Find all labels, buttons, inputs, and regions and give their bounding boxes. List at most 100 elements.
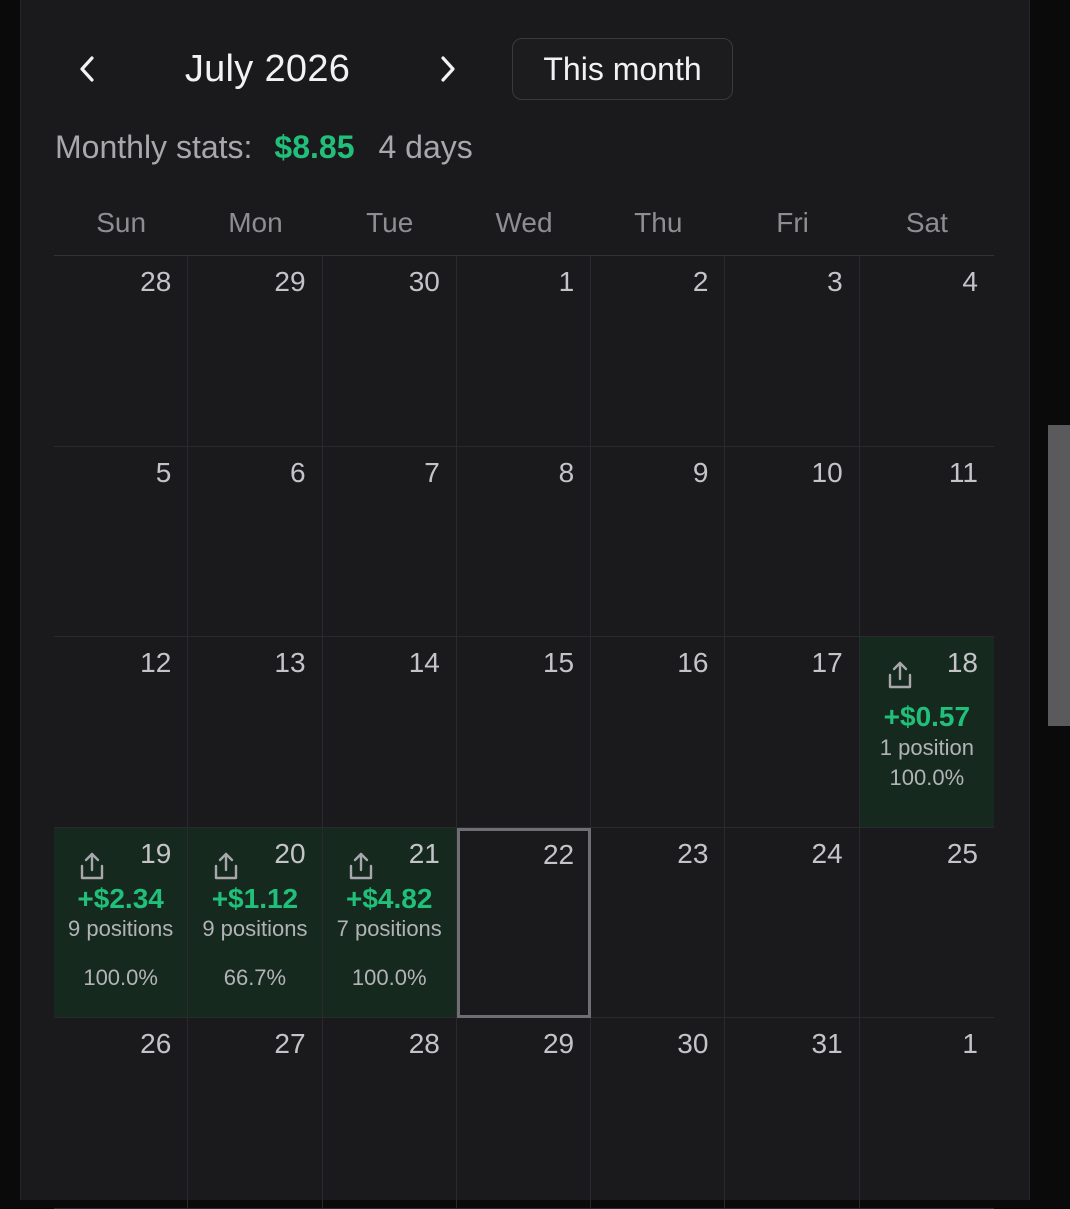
- day-number: 1: [962, 1028, 978, 1060]
- calendar-day-cell[interactable]: 31: [725, 1018, 860, 1209]
- day-win-rate: 100.0%: [351, 964, 427, 990]
- day-number: 13: [274, 647, 306, 679]
- share-icon[interactable]: [212, 851, 240, 881]
- calendar-day-cell[interactable]: 14: [322, 637, 457, 828]
- day-number: 28: [408, 1028, 440, 1060]
- day-number: 6: [289, 456, 306, 488]
- day-number: 9: [692, 456, 709, 488]
- scrollbar[interactable]: [1048, 425, 1070, 726]
- day-positions: 1 position: [879, 735, 974, 761]
- calendar-day-cell[interactable]: 20 +$1.12 9 positions 66.7%: [188, 827, 323, 1019]
- calendar-day-cell[interactable]: 13: [188, 637, 323, 828]
- day-positions: 9 positions: [202, 915, 308, 941]
- calendar-day-cell[interactable]: 17: [725, 637, 860, 828]
- day-number: 2: [692, 266, 709, 297]
- day-number: 26: [140, 1028, 172, 1060]
- day-positions: 7 positions: [336, 915, 442, 941]
- chevron-left-icon: [80, 56, 94, 82]
- calendar-day-cell[interactable]: 3: [725, 256, 860, 447]
- day-number: 30: [677, 1028, 709, 1060]
- calendar-day-cell[interactable]: 30: [322, 256, 457, 447]
- weekday-wed: Wed: [495, 207, 553, 238]
- calendar-day-cell[interactable]: 18 +$0.57 1 position 100.0%: [859, 637, 994, 828]
- calendar-day-cell[interactable]: 21 +$4.82 7 positions 100.0%: [322, 827, 457, 1019]
- calendar-day-cell[interactable]: 30: [591, 1018, 726, 1209]
- prev-month-button[interactable]: [65, 46, 111, 92]
- calendar-day-cell[interactable]: 12: [54, 637, 189, 828]
- calendar-grid: 28 29 30 1 2 3 4 5 6 7 8 9 10 11 12 13 14 15 16 17 18 +$0.57 1…: [54, 255, 994, 1209]
- day-number: 4: [962, 266, 978, 297]
- calendar-day-cell[interactable]: 8: [456, 446, 592, 638]
- weekday-thu: Thu: [634, 207, 683, 238]
- calendar-day-cell[interactable]: 27: [188, 1018, 323, 1209]
- day-number: 11: [948, 456, 978, 488]
- day-number: 30: [408, 266, 440, 297]
- monthly-stats-label: Monthly stats:: [55, 128, 253, 165]
- day-number: 15: [542, 647, 575, 679]
- day-number: 19: [140, 837, 172, 869]
- calendar-day-cell[interactable]: 15: [456, 637, 592, 828]
- day-number: 27: [274, 1028, 306, 1060]
- share-icon[interactable]: [78, 851, 106, 881]
- day-pnl: +$4.82: [345, 882, 433, 914]
- calendar-day-cell[interactable]: 16: [591, 637, 726, 828]
- day-number: 25: [946, 837, 978, 869]
- day-number: 5: [155, 456, 172, 488]
- calendar-day-cell[interactable]: 29: [456, 1018, 592, 1209]
- calendar-day-cell[interactable]: 29: [188, 256, 323, 447]
- day-win-rate: 66.7%: [223, 964, 287, 990]
- calendar-day-cell[interactable]: 22: [456, 827, 592, 1019]
- monthly-stats-days: 4 days: [378, 128, 473, 165]
- day-win-rate: 100.0%: [83, 964, 158, 990]
- day-number: 10: [811, 456, 843, 488]
- calendar-day-cell[interactable]: 23: [591, 827, 726, 1019]
- calendar-day-cell[interactable]: 19 +$2.34 9 positions 100.0%: [54, 827, 189, 1019]
- calendar-day-cell[interactable]: 28: [54, 256, 189, 447]
- day-number: 1: [558, 266, 575, 297]
- day-positions: 9 positions: [68, 915, 174, 941]
- weekday-tue: Tue: [366, 207, 414, 238]
- day-number: 28: [140, 266, 172, 297]
- calendar-day-cell[interactable]: 1: [859, 1018, 994, 1209]
- calendar-day-cell[interactable]: 1: [456, 256, 592, 447]
- calendar-day-cell[interactable]: 5: [54, 446, 189, 638]
- day-win-rate: 100.0%: [889, 765, 965, 791]
- calendar-day-cell[interactable]: 6: [188, 446, 323, 638]
- calendar-day-cell[interactable]: 4: [859, 256, 994, 447]
- share-icon[interactable]: [886, 660, 914, 690]
- day-number: 12: [140, 647, 172, 679]
- day-number: 14: [408, 647, 440, 679]
- day-number: 29: [274, 266, 306, 297]
- day-number: 18: [946, 647, 978, 679]
- day-number: 29: [542, 1028, 575, 1060]
- day-pnl: +$2.34: [77, 882, 164, 914]
- weekday-sat: Sat: [905, 207, 948, 238]
- calendar-day-cell[interactable]: 24: [725, 827, 860, 1019]
- calendar-day-cell[interactable]: 7: [322, 446, 457, 638]
- day-number: 23: [677, 837, 709, 869]
- month-title: July 2026: [184, 47, 351, 90]
- monthly-stats: Monthly stats: $8.85 4 days: [55, 124, 473, 170]
- calendar-day-cell[interactable]: 28: [322, 1018, 457, 1209]
- this-month-button[interactable]: This month: [512, 38, 733, 100]
- weekday-fri: Fri: [776, 207, 809, 238]
- calendar-day-cell[interactable]: 2: [591, 256, 726, 447]
- calendar-day-cell[interactable]: 11: [859, 447, 994, 638]
- day-number: 31: [811, 1028, 843, 1060]
- weekday-header: Sun Mon Tue Wed Thu Fri Sat: [54, 200, 994, 246]
- day-number: 7: [424, 456, 440, 488]
- day-pnl: +$1.12: [211, 882, 299, 914]
- next-month-button[interactable]: [424, 46, 470, 92]
- share-icon[interactable]: [347, 851, 375, 881]
- calendar-day-cell[interactable]: 10: [725, 446, 860, 638]
- day-number: 24: [811, 837, 843, 869]
- weekday-sun: Sun: [96, 207, 147, 238]
- monthly-stats-amount: $8.85: [274, 128, 355, 165]
- day-number: 21: [408, 837, 440, 869]
- day-number: 22: [542, 838, 575, 870]
- day-number: 16: [677, 647, 709, 679]
- day-number: 17: [811, 647, 843, 679]
- calendar-day-cell[interactable]: 25: [859, 828, 994, 1019]
- calendar-day-cell[interactable]: 9: [591, 446, 726, 638]
- calendar-day-cell[interactable]: 26: [54, 1018, 189, 1209]
